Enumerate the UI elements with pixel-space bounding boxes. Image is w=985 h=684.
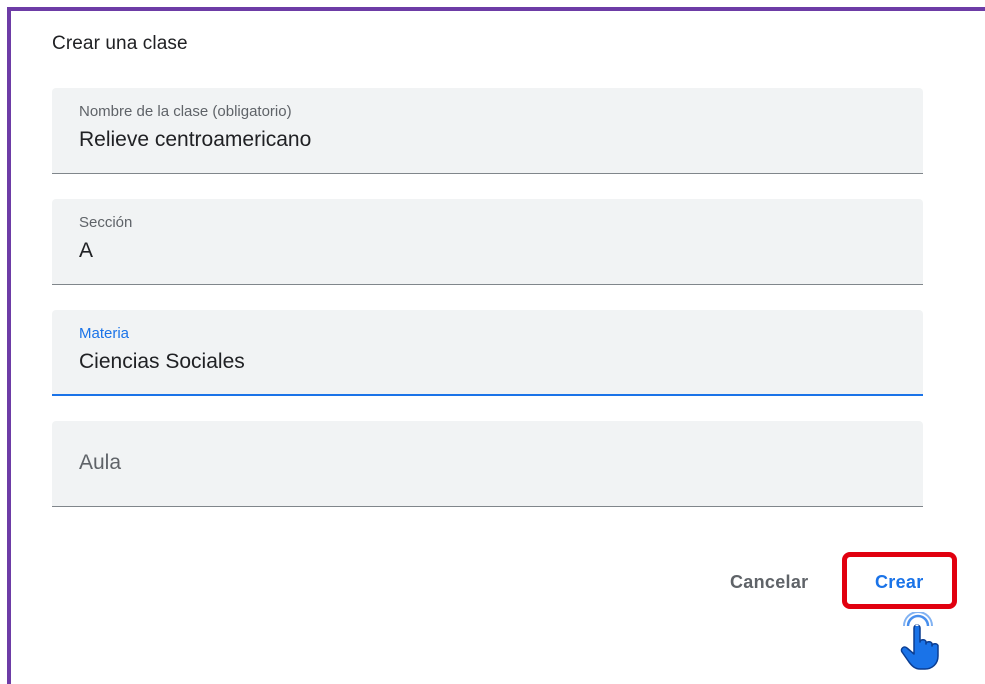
room-field[interactable]: Aula xyxy=(52,421,923,507)
create-button[interactable]: Crear xyxy=(875,572,924,593)
hand-pointer-icon xyxy=(900,612,939,670)
subject-value[interactable]: Ciencias Sociales xyxy=(79,350,245,374)
subject-field[interactable]: Materia Ciencias Sociales xyxy=(52,310,923,396)
class-name-label: Nombre de la clase (obligatorio) xyxy=(79,103,292,120)
dialog-title: Crear una clase xyxy=(52,33,188,54)
section-field[interactable]: Sección A xyxy=(52,199,923,285)
create-class-dialog: Crear una clase Nombre de la clase (obli… xyxy=(0,0,985,684)
subject-label: Materia xyxy=(79,325,130,342)
class-name-underline xyxy=(52,173,923,174)
class-name-field[interactable]: Nombre de la clase (obligatorio) Relieve… xyxy=(52,88,923,174)
cancel-button[interactable]: Cancelar xyxy=(730,572,808,593)
frame-border-left xyxy=(7,7,11,684)
subject-underline xyxy=(52,394,923,396)
class-name-value[interactable]: Relieve centroamericano xyxy=(79,128,311,152)
section-label: Sección xyxy=(79,214,133,231)
room-underline xyxy=(52,506,923,507)
frame-border-top xyxy=(7,7,985,11)
section-underline xyxy=(52,284,923,285)
section-value[interactable]: A xyxy=(79,239,93,263)
room-placeholder[interactable]: Aula xyxy=(79,451,121,475)
